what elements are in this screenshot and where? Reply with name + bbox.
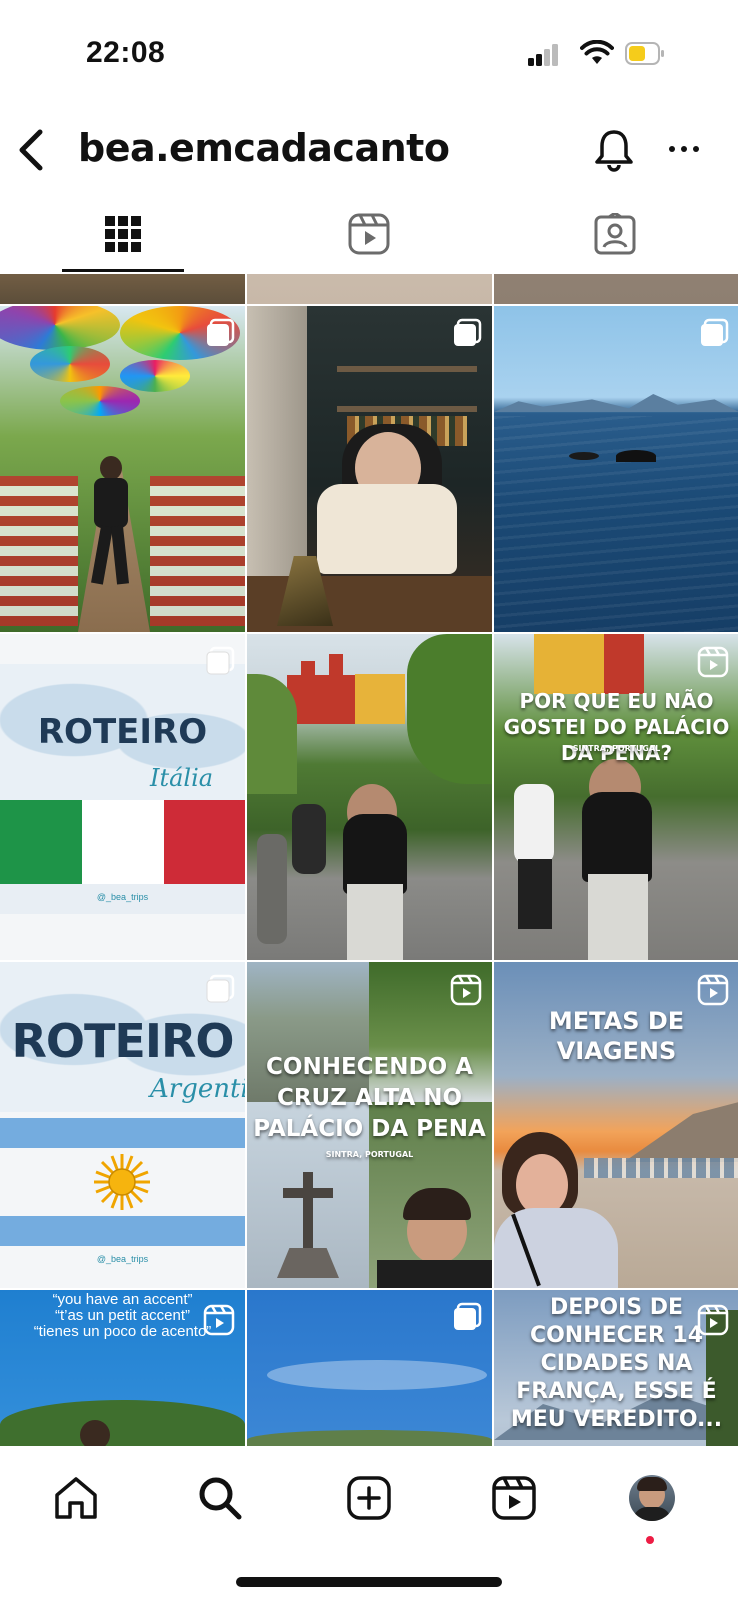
signal-icon [528, 44, 558, 66]
post-cruz-reel[interactable]: CONHECENDO A CRUZ ALTA NO PALÁCIO DA PEN… [247, 962, 492, 1288]
reel-icon [697, 1304, 729, 1336]
post-whale[interactable] [494, 306, 738, 632]
carousel-icon [454, 1302, 482, 1330]
battery-icon [625, 42, 664, 65]
back-arrow-icon[interactable] [14, 128, 48, 172]
flag-band-bottom [0, 1216, 245, 1246]
reel-title: METAS DE VIAGENS [548, 1007, 685, 1065]
reel-subtitle: SINTRA, PORTUGAL [325, 1150, 414, 1159]
flag-green [0, 800, 82, 884]
reels-nav-icon [492, 1476, 536, 1520]
grid-icon [105, 216, 141, 252]
post-title: ROTEIRO [37, 712, 208, 752]
posts-grid: ROTEIRO Itália @_bea_trips POR QUE EU NÃ [0, 274, 738, 1446]
post-title: ROTEIRO [11, 1014, 235, 1068]
tab-reels[interactable] [246, 196, 492, 272]
post-accent-reel[interactable]: “you have an accent” “t’as un petit acce… [0, 1290, 245, 1446]
reel-icon [697, 646, 729, 678]
home-icon [55, 1477, 97, 1519]
nav-home[interactable] [46, 1468, 106, 1528]
post-umbrellas[interactable] [0, 306, 245, 632]
search-icon [199, 1477, 242, 1520]
post-pena-photo[interactable] [247, 634, 492, 960]
carousel-icon [206, 974, 235, 1003]
post-partial-2[interactable] [247, 274, 492, 304]
post-handle: @_bea_trips [96, 892, 149, 902]
nav-search[interactable] [190, 1468, 250, 1528]
reels-icon [348, 213, 390, 255]
carousel-icon [454, 318, 482, 346]
status-bar: 22:08 [0, 0, 738, 100]
post-roteiro-italia[interactable]: ROTEIRO Itália @_bea_trips [0, 634, 245, 960]
profile-header: bea.emcadacanto [0, 108, 738, 192]
nav-profile[interactable] [622, 1468, 682, 1528]
profile-avatar [629, 1475, 675, 1521]
nav-create[interactable] [339, 1468, 399, 1528]
profile-tabs [0, 196, 738, 272]
home-indicator [236, 1577, 502, 1587]
post-roteiro-argentina[interactable]: ROTEIRO Argentina @_bea_trips [0, 962, 245, 1288]
carousel-icon [207, 318, 235, 346]
notification-dot [646, 1536, 654, 1544]
reel-subtitle: SINTRA, PORTUGAL [572, 744, 661, 753]
carousel-icon [206, 646, 235, 675]
reel-icon [697, 974, 729, 1006]
reel-title: CONHECENDO A CRUZ ALTA NO PALÁCIO DA PEN… [253, 1054, 486, 1142]
post-restaurant[interactable] [247, 306, 492, 632]
post-script-label: Itália [150, 764, 214, 792]
more-options-icon[interactable] [668, 144, 700, 154]
post-script-label: Argentina [150, 1074, 245, 1104]
flag-white [82, 800, 164, 884]
wifi-icon [580, 40, 614, 64]
reel-icon [203, 1304, 235, 1336]
flag-band-top [0, 1118, 245, 1148]
status-time: 22:08 [86, 36, 166, 69]
post-partial-1[interactable] [0, 274, 245, 304]
post-sky[interactable] [247, 1290, 492, 1446]
nav-reels[interactable] [484, 1468, 544, 1528]
post-handle: @_bea_trips [96, 1254, 149, 1264]
post-metas-reel[interactable]: METAS DE VIAGENS [494, 962, 738, 1288]
post-pena-reel[interactable]: POR QUE EU NÃO GOSTEI DO PALÁCIO DA PENA… [494, 634, 738, 960]
carousel-icon [701, 318, 729, 346]
tab-tagged[interactable] [492, 196, 738, 272]
tagged-icon [594, 213, 636, 255]
create-icon [347, 1476, 391, 1520]
profile-username: bea.emcadacanto [78, 126, 450, 170]
reel-title: POR QUE EU NÃO GOSTEI DO PALÁCIO DA PENA… [503, 689, 730, 765]
post-partial-3[interactable] [494, 274, 738, 304]
tab-posts[interactable] [0, 196, 246, 272]
reel-icon [450, 974, 482, 1006]
sun-of-may-icon [94, 1154, 150, 1210]
flag-red [164, 800, 245, 884]
bell-icon[interactable] [594, 128, 634, 172]
post-franca-reel[interactable]: DEPOIS DE CONHECER 14 CIDADES NA FRANÇA,… [494, 1290, 738, 1446]
